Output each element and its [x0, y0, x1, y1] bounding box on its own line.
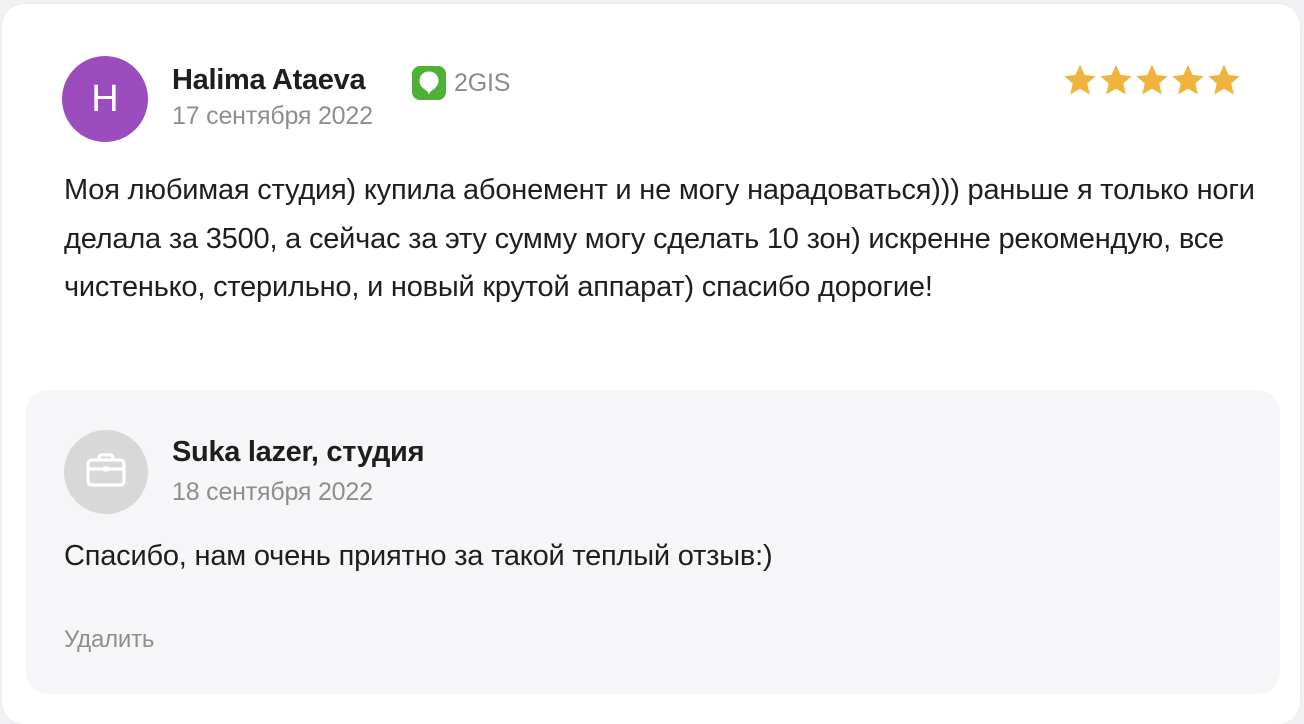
review-text: Моя любимая студия) купила абонемент и н… — [64, 174, 1255, 303]
review-date: 17 сентября 2022 — [172, 102, 373, 130]
star-icon — [1172, 64, 1204, 95]
rating-stars — [1062, 62, 1242, 98]
reply-author: Suka lazer, студия — [172, 436, 425, 468]
reply-avatar — [64, 430, 148, 514]
star-icon — [1136, 64, 1168, 95]
reply-date: 18 сентября 2022 — [172, 478, 373, 506]
owner-reply: Suka lazer, студия 18 сентября 2022 Спас… — [26, 390, 1280, 694]
review-source: 2GIS — [412, 66, 510, 100]
author-name[interactable]: Halima Ataeva — [172, 64, 366, 97]
review-card: H Halima Ataeva 2GIS 17 сентября 2022 Мо… — [2, 4, 1300, 724]
star-icon — [1208, 64, 1240, 95]
author-avatar-letter: H — [91, 77, 119, 120]
author-avatar: H — [62, 56, 148, 142]
reply-text: Спасибо, нам очень приятно за такой тепл… — [64, 540, 773, 572]
delete-reply-button[interactable]: Удалить — [64, 626, 154, 654]
source-label: 2GIS — [454, 68, 511, 97]
briefcase-icon — [85, 451, 127, 494]
star-icon — [1100, 64, 1132, 95]
2gis-logo-icon — [412, 66, 446, 100]
star-icon — [1064, 64, 1096, 95]
